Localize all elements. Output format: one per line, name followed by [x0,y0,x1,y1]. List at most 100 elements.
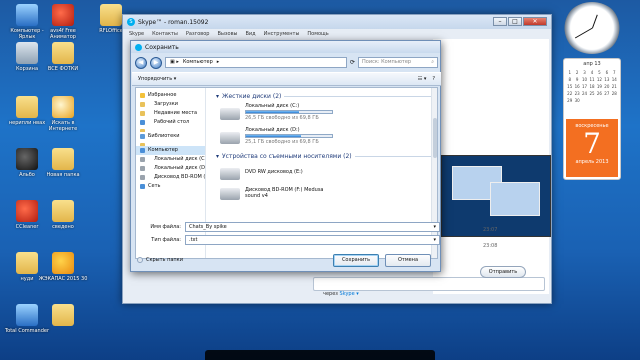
calendar-day[interactable]: 4 [588,70,595,75]
calendar-day[interactable]: 10 [581,77,588,82]
calendar-gadget[interactable]: апр 13 1 2 3 4 5 6 7 8 9 10 11 12 13 14 15 16 17 18 19 20 21… [563,58,621,180]
desktop-icon-photos[interactable]: ВСЕ ФОТКИ [38,42,88,72]
tree-item-bd-rom[interactable]: Дисковод BD-ROM (F:) [136,173,205,182]
scrollbar-thumb[interactable] [433,118,437,158]
calendar-day[interactable]: 20 [603,84,610,89]
maximize-button[interactable]: □ [508,17,522,26]
tree-item-libraries[interactable]: Библиотеки [136,132,205,141]
help-icon[interactable]: ? [432,76,435,82]
tree-item-network[interactable]: Сеть [136,182,205,191]
back-arrow-icon[interactable]: ◀ [135,56,147,69]
desktop-icon-folder-2[interactable]: сведено [38,200,88,230]
tree-item-downloads[interactable]: Загрузки [136,100,205,109]
menu-tools[interactable]: Инструменты [264,31,300,37]
desktop-icon-folder-4[interactable] [38,304,88,328]
calendar-day[interactable]: 27 [603,91,610,96]
calendar-day[interactable]: 12 [596,77,603,82]
calendar-month-header: апр 13 [583,61,601,67]
menu-help[interactable]: Помощь [307,31,328,37]
drive-dvd[interactable]: DVD RW дисковод (E:) [220,163,432,183]
tree-item-favorites[interactable]: Избранное [136,91,205,100]
address-path[interactable]: ▣ ▸ Компьютер ▸ [165,57,347,68]
send-button[interactable]: Отправить [480,266,526,278]
save-dialog: Сохранить ◀ ▶ ▣ ▸ Компьютер ▸ ⟳ Поиск: К… [130,40,441,272]
tree-item-disk-d[interactable]: Локальный диск (D:) [136,164,205,173]
skype-titlebar[interactable]: S Skype™ - roman.15092 [123,15,551,29]
scrollbar[interactable] [431,88,437,258]
organize-button[interactable]: Упорядочить ▾ [138,76,176,82]
message-input[interactable] [313,277,545,291]
menu-skype[interactable]: Skype [129,31,144,37]
dialog-title: Сохранить [145,43,179,51]
calendar-day[interactable]: 18 [588,84,595,89]
calendar-day[interactable]: 17 [581,84,588,89]
menu-calls[interactable]: Вызовы [217,31,237,37]
calendar-day[interactable]: 28 [611,91,618,96]
cancel-button[interactable]: Отмена [385,254,431,267]
calendar-day[interactable]: 22 [566,91,573,96]
close-button[interactable]: ✕ [523,17,547,26]
desktop-icon-app[interactable]: ЖЭКАПАС 2015 30 [38,252,88,282]
calendar-day[interactable]: 19 [596,84,603,89]
calendar-day[interactable]: 3 [581,70,588,75]
calendar-day[interactable]: 8 [566,77,573,82]
send-via[interactable]: через Skype ▾ [323,291,359,297]
clock-gadget[interactable] [563,2,621,54]
section-hard-drives[interactable]: ▾ Жесткие диски (2) [216,93,432,100]
calendar-month-year: апрель 2013 [575,159,609,165]
calendar-day[interactable]: 21 [611,84,618,89]
calendar-day[interactable]: 24 [581,91,588,96]
desktop-icon-search-internet[interactable]: Искать в Интернете [38,96,88,132]
minimize-button[interactable]: – [493,17,507,26]
tree-item-recent[interactable]: Недавние места [136,109,205,118]
view-options-icon[interactable]: ☷ ▾ [418,76,427,82]
forward-arrow-icon[interactable]: ▶ [150,56,162,69]
drive-c[interactable]: Локальный диск (C:) 26,5 ГБ свободно из … [220,103,432,127]
save-button[interactable]: Сохранить [333,254,379,267]
search-input[interactable]: Поиск: Компьютер ⌕ [358,57,438,68]
menu-view[interactable]: Вид [245,31,255,37]
calendar-day[interactable]: 29 [566,98,573,103]
filetype-select[interactable]: .txt ▾ [185,235,440,245]
calendar-day[interactable]: 5 [596,70,603,75]
navigation-tree: Избранное Загрузки Недавние места Рабочи… [136,88,206,258]
calendar-day[interactable]: 30 [573,98,580,103]
calendar-day[interactable]: 14 [611,77,618,82]
section-removable[interactable]: ▾ Устройства со съемными носителями (2) [216,153,432,160]
tree-item-desktop[interactable]: Рабочий стол [136,118,205,127]
drive-dvd-name: DVD RW дисковод (E:) [245,169,303,175]
folder-icon [52,200,74,222]
message-time: 23:08 [483,243,498,249]
calendar-day[interactable]: 1 [566,70,573,75]
menu-contacts[interactable]: Контакты [152,31,178,37]
calendar-day[interactable]: 6 [603,70,610,75]
drive-d[interactable]: Локальный диск (D:) 25,1 ГБ свободно из … [220,127,432,151]
filetype-row: Тип файла: .txt ▾ [141,235,440,245]
desktop-icon-new-folder[interactable]: Новая папка [38,148,88,178]
drive-d-usage-bar [245,134,333,138]
tree-item-computer[interactable]: Компьютер [136,146,205,155]
calendar-day[interactable]: 23 [573,91,580,96]
calendar-day[interactable]: 2 [573,70,580,75]
chevron-down-icon: ▾ [433,237,436,243]
calendar-day[interactable]: 13 [603,77,610,82]
calendar-day[interactable]: 15 [566,84,573,89]
dialog-titlebar[interactable]: Сохранить [131,41,440,53]
clock-hour-hand [592,14,598,29]
refresh-icon[interactable]: ⟳ [350,59,355,66]
calendar-today: воскресенье 7 апрель 2013 [566,119,618,177]
calendar-day[interactable]: 26 [596,91,603,96]
drive-bd[interactable]: Дисковод BD-ROM (F:) Medusa sound v4 [220,183,432,207]
filetype-value: .txt [189,237,198,243]
filename-input[interactable]: Chats_By spike ▾ [185,222,440,232]
calendar-day[interactable]: 25 [588,91,595,96]
calendar-day[interactable]: 7 [611,70,618,75]
hide-folders-toggle[interactable]: Скрыть папки [137,257,183,263]
calendar-day[interactable]: 11 [588,77,595,82]
calendar-day[interactable]: 16 [573,84,580,89]
tree-item-disk-c[interactable]: Локальный диск (C:) [136,155,205,164]
drive-bd-extra: sound v4 [245,193,268,199]
menu-conversation[interactable]: Разговор [186,31,210,37]
calendar-day[interactable]: 9 [573,77,580,82]
desktop-icon-animator[interactable]: avs4f Free Аниматор [38,4,88,40]
